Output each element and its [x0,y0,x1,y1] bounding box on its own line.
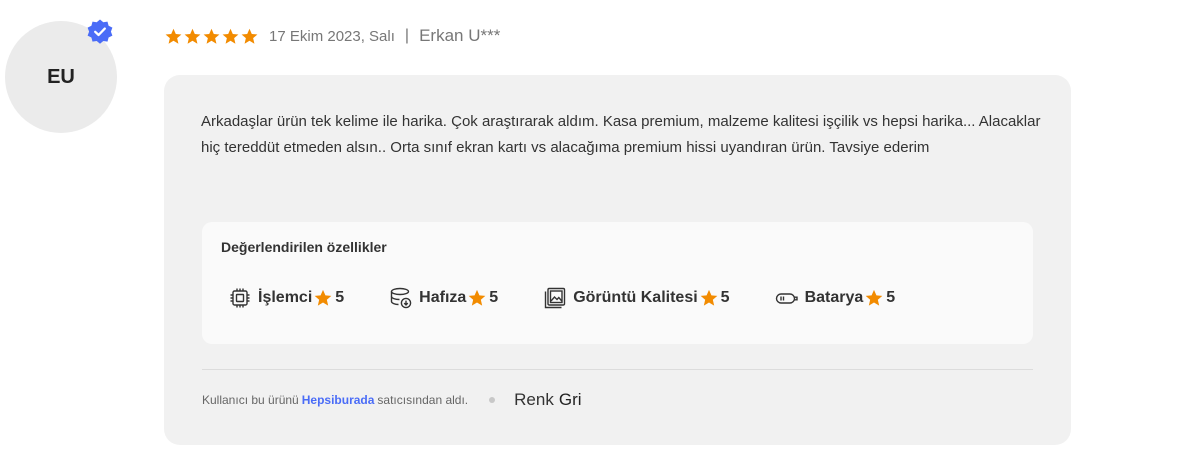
review-footer: Kullanıcı bu ürünü Hepsiburada satıcısın… [202,388,582,412]
dot-separator [489,397,496,403]
feature-score: 5 [720,289,730,306]
feature-image-quality: Görüntü Kalitesi 5 [543,286,730,310]
avatar-initials: EU [47,65,75,88]
feature-processor: İşlemci 5 [228,286,344,310]
meta-separator: | [404,27,410,44]
feature-score: 5 [886,289,896,306]
rated-features-panel: Değerlendirilen özellikler İşlemci 5 Haf… [202,222,1033,344]
image-quality-icon [545,287,566,309]
seller-link[interactable]: Hepsiburada [302,393,375,407]
review-date: 17 Ekim 2023, Salı [269,27,395,45]
memory-icon [390,287,412,309]
review-card: Arkadaşlar ürün tek kelime ile harika. Ç… [164,75,1071,445]
rating-stars [164,27,259,46]
rated-features-title: Değerlendirilen özellikler [221,239,387,255]
feature-label: Batarya [804,289,864,306]
processor-icon [230,288,250,308]
feature-memory: Hafıza 5 [389,286,498,310]
feature-score: 5 [489,289,499,306]
feature-label: İşlemci [258,289,313,306]
verified-badge-icon [87,19,113,44]
feature-label: Hafıza [419,289,467,306]
feature-label: Görüntü Kalitesi [573,289,698,306]
rated-features-list: İşlemci 5 Hafıza 5 Görüntü Kalitesi 5 Ba… [228,286,895,310]
star-icon [165,28,182,44]
review-text: Arkadaşlar ürün tek kelime ile harika. Ç… [201,113,1041,156]
star-icon [865,289,883,306]
divider [202,369,1033,370]
color-attribute-value: Gri [558,390,582,409]
battery-icon [775,293,798,304]
star-icon [203,28,220,44]
star-icon [184,28,201,44]
feature-score: 5 [335,289,345,306]
seller-text-suffix: satıcısından aldı. [377,393,469,407]
feature-battery: Batarya 5 [775,286,896,310]
star-icon [314,289,332,306]
seller-text-prefix: Kullanıcı bu ürünü [202,393,299,407]
star-icon [468,289,486,306]
review-meta: 17 Ekim 2023, Salı | Erkan U*** [164,24,500,48]
reviewer-name: Erkan U*** [419,26,501,45]
color-attribute-label: Renk [514,390,554,409]
star-icon [700,289,717,306]
star-icon [241,28,258,44]
star-icon [222,28,239,44]
